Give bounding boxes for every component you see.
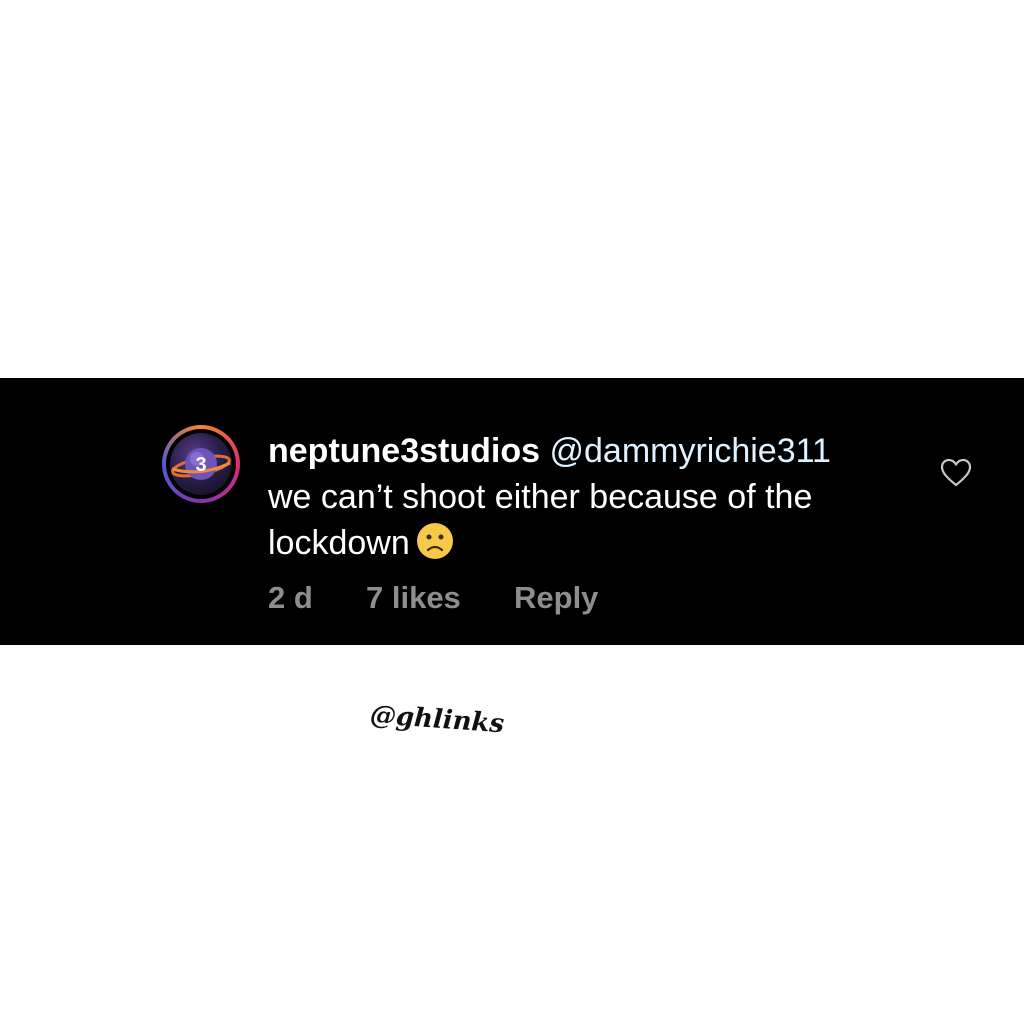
avatar-ring-inner: 3 xyxy=(166,429,236,499)
screenshot-page: 3 neptune3studios @dammyrichie311 we can… xyxy=(0,0,1024,1024)
slightly-frowning-face-icon xyxy=(416,522,454,572)
comment-mention[interactable]: @dammyrichie311 xyxy=(549,432,830,470)
heart-icon[interactable] xyxy=(940,458,972,488)
comment-likes-link[interactable]: 7 likes xyxy=(366,580,461,616)
avatar-label: 3 xyxy=(195,454,206,476)
comment-timestamp: 2 d xyxy=(268,580,313,615)
planet-logo-icon: 3 xyxy=(171,448,231,480)
watermark: @ghlinks xyxy=(368,700,506,740)
comment-username[interactable]: neptune3studios xyxy=(268,432,540,470)
avatar-image: 3 xyxy=(170,433,232,495)
avatar[interactable]: 3 xyxy=(162,425,240,503)
comment-body: neptune3studios @dammyrichie311 we can’t… xyxy=(268,428,908,572)
comment-text: we can’t shoot either because of the loc… xyxy=(268,478,813,562)
reply-button[interactable]: Reply xyxy=(514,580,598,616)
